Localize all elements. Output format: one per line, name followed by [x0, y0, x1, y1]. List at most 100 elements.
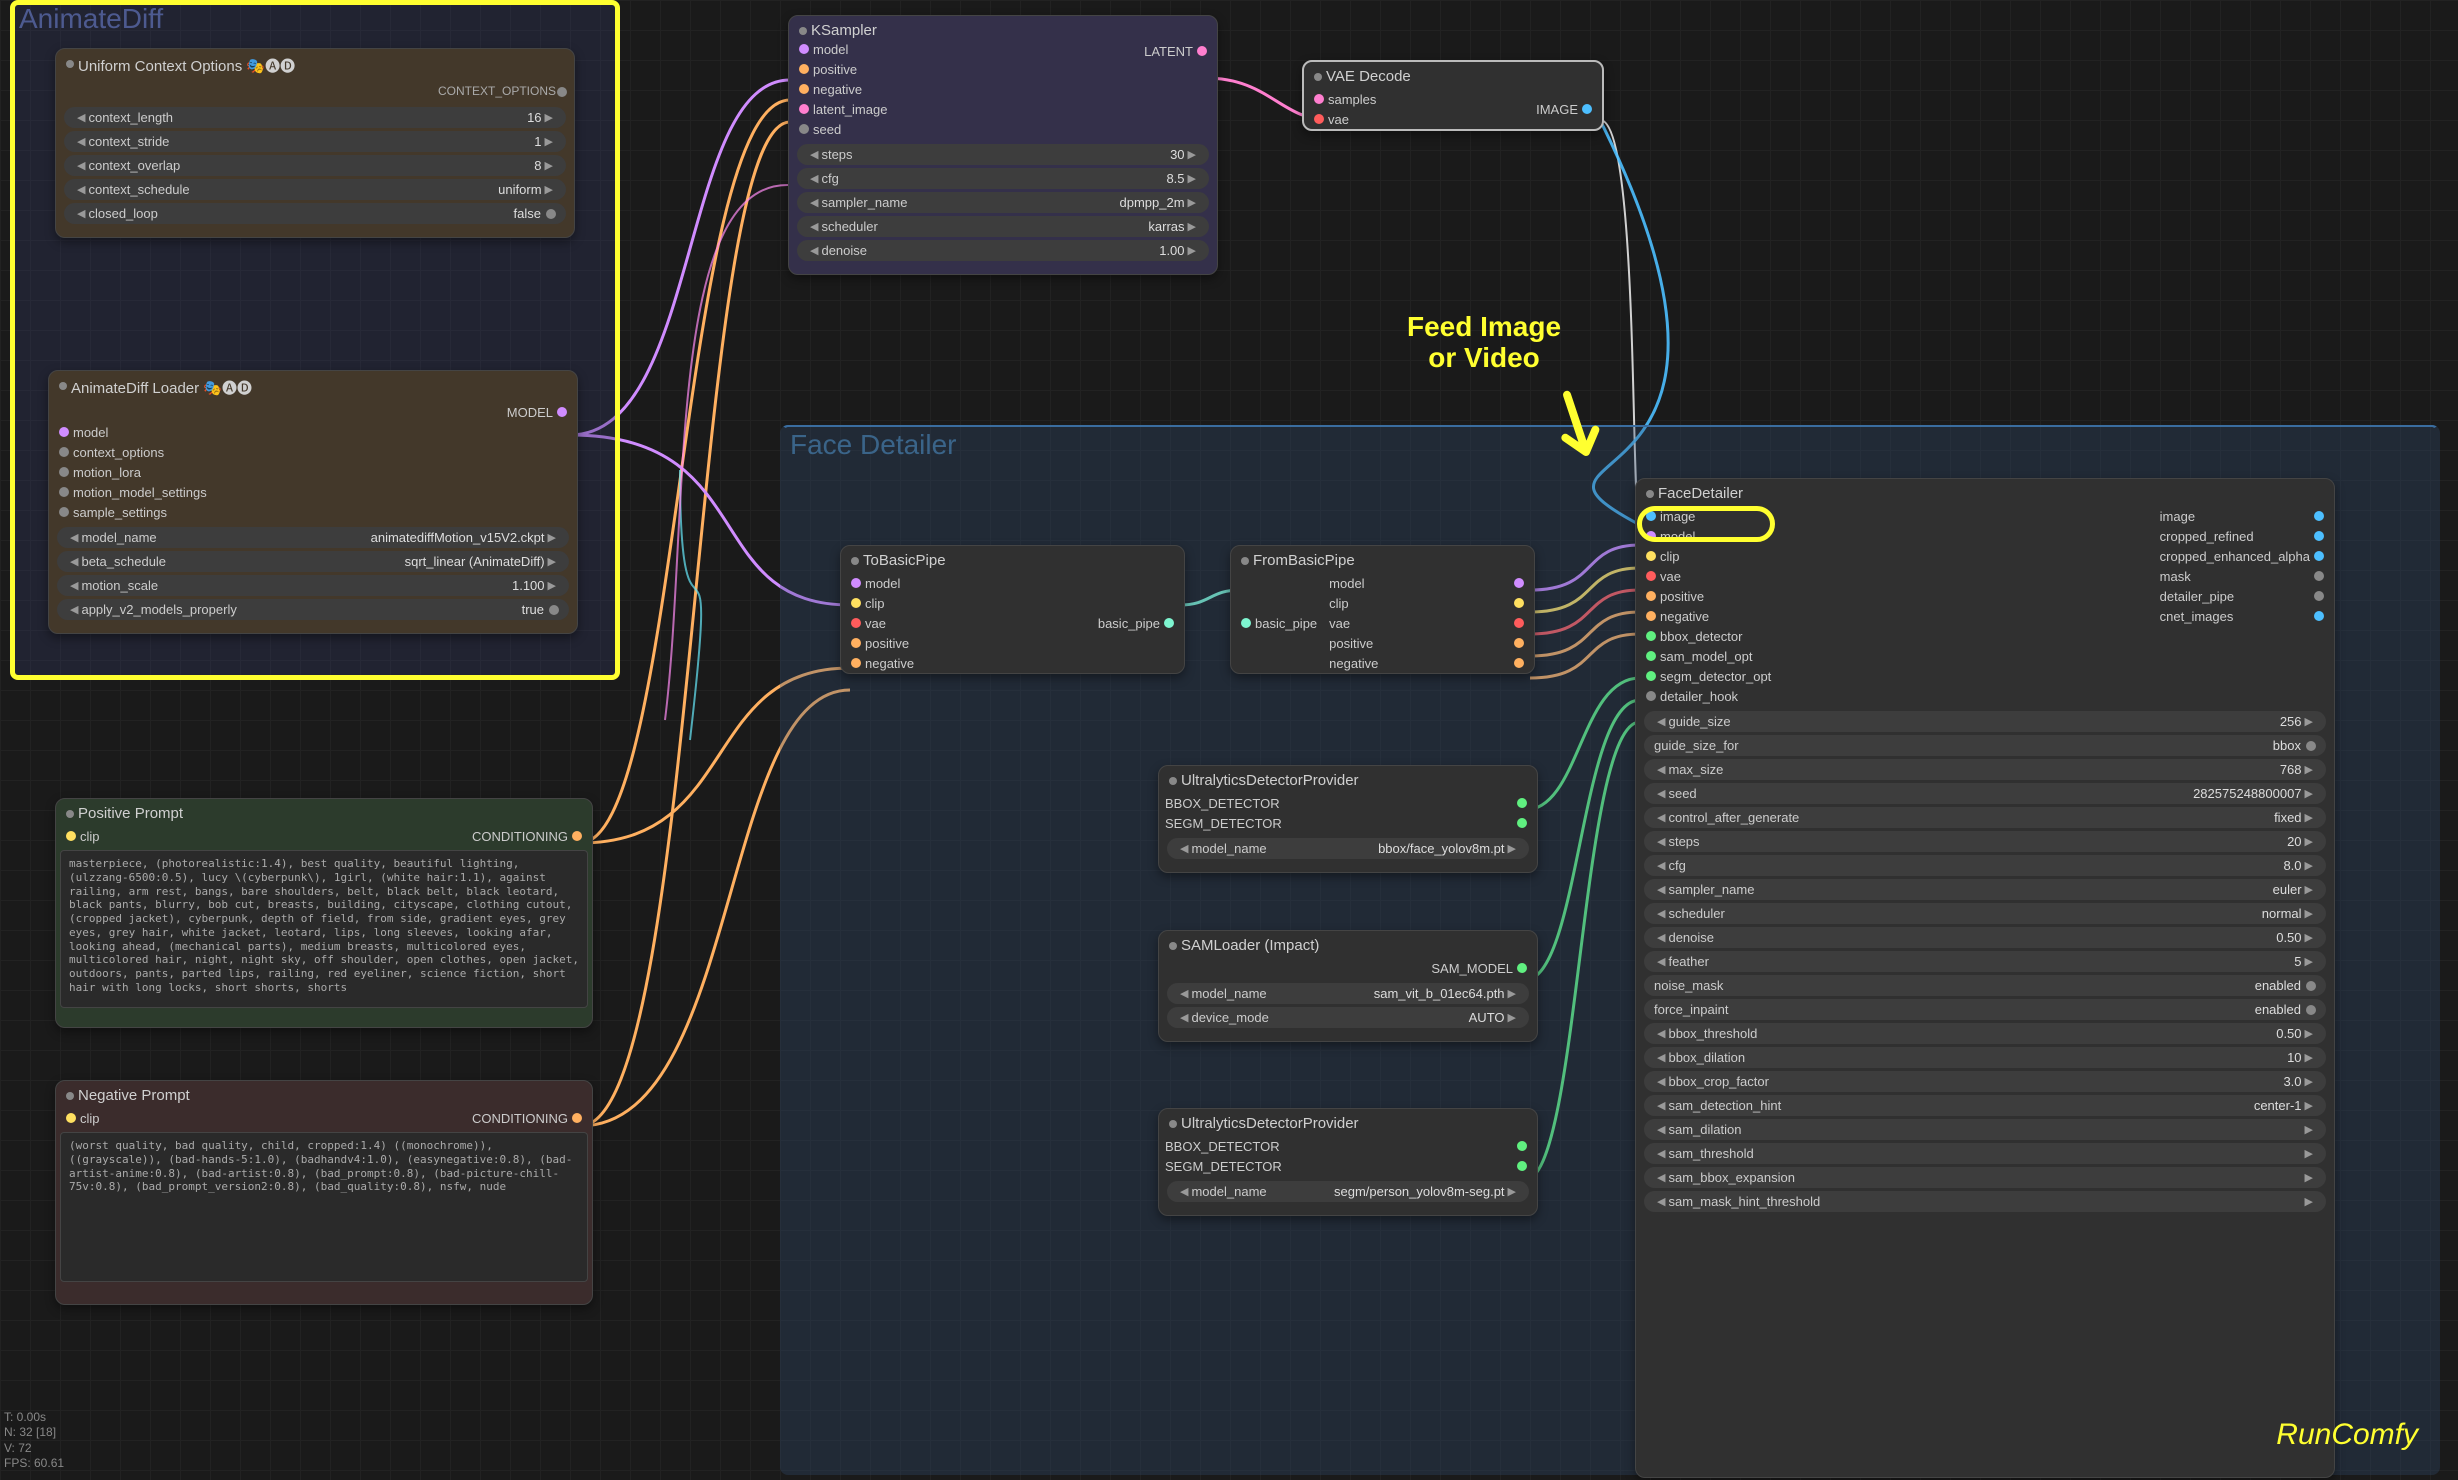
param-guide_size_for[interactable]: guide_size_forbbox [1644, 735, 2326, 756]
param-control_after_generate[interactable]: ◀control_after_generatefixed▶ [1644, 807, 2326, 828]
param-force_inpaint[interactable]: force_inpaintenabled [1644, 999, 2326, 1020]
node-title[interactable]: UltralyticsDetectorProvider [1159, 1109, 1537, 1136]
param-context_overlap[interactable]: ◀context_overlap8▶ [64, 155, 566, 176]
param-bbox_dilation[interactable]: ◀bbox_dilation10▶ [1644, 1047, 2326, 1068]
param-cfg[interactable]: ◀cfg8.0▶ [1644, 855, 2326, 876]
port-image[interactable]: image [2154, 506, 2334, 526]
param-sampler_name[interactable]: ◀sampler_namedpmpp_2m▶ [797, 192, 1209, 213]
port-positive[interactable]: positive [789, 59, 1217, 79]
param-scheduler[interactable]: ◀schedulernormal▶ [1644, 903, 2326, 924]
param-sampler_name[interactable]: ◀sampler_nameeuler▶ [1644, 879, 2326, 900]
port-clip[interactable]: clip [1636, 546, 2154, 566]
node-title[interactable]: Uniform Context Options 🎭🅐🅓 [56, 49, 574, 80]
port-BBOX_DETECTOR[interactable]: BBOX_DETECTOR [1159, 1136, 1537, 1156]
param-sam_dilation[interactable]: ◀sam_dilation▶ [1644, 1119, 2326, 1140]
port-mask[interactable]: mask [2154, 566, 2334, 586]
node-tobasicpipe[interactable]: ToBasicPipe modelclipvaepositivenegative… [840, 545, 1185, 674]
param-steps[interactable]: ◀steps20▶ [1644, 831, 2326, 852]
param-sam_mask_hint_threshold[interactable]: ◀sam_mask_hint_threshold▶ [1644, 1191, 2326, 1212]
port-context_options[interactable]: context_options [49, 442, 577, 462]
param-closed_loop[interactable]: ◀closed_loopfalse [64, 203, 566, 224]
node-facedetailer[interactable]: FaceDetailer imagemodelclipvaepositivene… [1635, 478, 2335, 1478]
port-vae[interactable]: vae [1323, 613, 1534, 633]
param-sam_detection_hint[interactable]: ◀sam_detection_hintcenter-1▶ [1644, 1095, 2326, 1116]
port-vae[interactable]: vae [1304, 109, 1530, 129]
param-max_size[interactable]: ◀max_size768▶ [1644, 759, 2326, 780]
node-ultralytics-2[interactable]: UltralyticsDetectorProvider BBOX_DETECTO… [1158, 1108, 1538, 1216]
node-title[interactable]: ToBasicPipe [841, 546, 1184, 573]
port-model[interactable]: model [789, 39, 1217, 59]
param-sam_threshold[interactable]: ◀sam_threshold▶ [1644, 1143, 2326, 1164]
port-clip[interactable]: clip [1323, 593, 1534, 613]
node-title[interactable]: Negative Prompt [56, 1081, 592, 1108]
port-motion_model_settings[interactable]: motion_model_settings [49, 482, 577, 502]
param-context_stride[interactable]: ◀context_stride1▶ [64, 131, 566, 152]
node-ultralytics-1[interactable]: UltralyticsDetectorProvider BBOX_DETECTO… [1158, 765, 1538, 873]
port-sam_model_opt[interactable]: sam_model_opt [1636, 646, 2154, 666]
port-cropped_refined[interactable]: cropped_refined [2154, 526, 2334, 546]
negative-prompt-text[interactable]: (worst quality, bad quality, child, crop… [60, 1132, 588, 1282]
port-SEGM_DETECTOR[interactable]: SEGM_DETECTOR [1159, 813, 1537, 833]
node-samloader[interactable]: SAMLoader (Impact) SAM_MODEL ◀model_name… [1158, 930, 1538, 1042]
param-bbox_threshold[interactable]: ◀bbox_threshold0.50▶ [1644, 1023, 2326, 1044]
node-title[interactable]: Positive Prompt [56, 799, 592, 826]
param-model_name[interactable]: ◀model_namesegm/person_yolov8m-seg.pt▶ [1167, 1181, 1529, 1202]
port-negative[interactable]: negative [1636, 606, 2154, 626]
node-positive-prompt[interactable]: Positive Prompt clip CONDITIONING master… [55, 798, 593, 1028]
node-title[interactable]: FromBasicPipe [1231, 546, 1534, 573]
param-model_name[interactable]: ◀model_nameanimatediffMotion_v15V2.ckpt▶ [57, 527, 569, 548]
port-model[interactable]: model [49, 422, 577, 442]
port-cnet_images[interactable]: cnet_images [2154, 606, 2334, 626]
port-model[interactable]: model [1323, 573, 1534, 593]
port-BBOX_DETECTOR[interactable]: BBOX_DETECTOR [1159, 793, 1537, 813]
node-title[interactable]: UltralyticsDetectorProvider [1159, 766, 1537, 793]
node-title[interactable]: AnimateDiff Loader 🎭🅐🅓 [49, 371, 577, 402]
param-scheduler[interactable]: ◀schedulerkarras▶ [797, 216, 1209, 237]
positive-prompt-text[interactable]: masterpiece, (photorealistic:1.4), best … [60, 850, 588, 1008]
param-noise_mask[interactable]: noise_maskenabled [1644, 975, 2326, 996]
param-sam_bbox_expansion[interactable]: ◀sam_bbox_expansion▶ [1644, 1167, 2326, 1188]
node-negative-prompt[interactable]: Negative Prompt clip CONDITIONING (worst… [55, 1080, 593, 1305]
param-steps[interactable]: ◀steps30▶ [797, 144, 1209, 165]
port-detailer_hook[interactable]: detailer_hook [1636, 686, 2154, 706]
param-apply_v2_models_properly[interactable]: ◀apply_v2_models_properlytrue [57, 599, 569, 620]
param-seed[interactable]: ◀seed282575248800007▶ [1644, 783, 2326, 804]
port-model[interactable]: model [841, 573, 1092, 593]
param-device_mode[interactable]: ◀device_modeAUTO▶ [1167, 1007, 1529, 1028]
param-cfg[interactable]: ◀cfg8.5▶ [797, 168, 1209, 189]
port-negative[interactable]: negative [789, 79, 1217, 99]
param-context_schedule[interactable]: ◀context_scheduleuniform▶ [64, 179, 566, 200]
node-title[interactable]: VAE Decode [1304, 62, 1602, 89]
port-detailer_pipe[interactable]: detailer_pipe [2154, 586, 2334, 606]
node-uniform-context[interactable]: Uniform Context Options 🎭🅐🅓 CONTEXT_OPTI… [55, 48, 575, 238]
param-beta_schedule[interactable]: ◀beta_schedulesqrt_linear (AnimateDiff)▶ [57, 551, 569, 572]
param-motion_scale[interactable]: ◀motion_scale1.100▶ [57, 575, 569, 596]
port-seed[interactable]: seed [789, 119, 1217, 139]
param-context_length[interactable]: ◀context_length16▶ [64, 107, 566, 128]
port-motion_lora[interactable]: motion_lora [49, 462, 577, 482]
port-samples[interactable]: samples [1304, 89, 1530, 109]
node-ksampler[interactable]: KSampler LATENT modelpositivenegativelat… [788, 15, 1218, 275]
port-negative[interactable]: negative [841, 653, 1092, 673]
port-latent_image[interactable]: latent_image [789, 99, 1217, 119]
port-negative[interactable]: negative [1323, 653, 1534, 673]
param-guide_size[interactable]: ◀guide_size256▶ [1644, 711, 2326, 732]
node-title[interactable]: SAMLoader (Impact) [1159, 931, 1537, 958]
param-model_name[interactable]: ◀model_namesam_vit_b_01ec64.pth▶ [1167, 983, 1529, 1004]
param-bbox_crop_factor[interactable]: ◀bbox_crop_factor3.0▶ [1644, 1071, 2326, 1092]
node-animatediff-loader[interactable]: AnimateDiff Loader 🎭🅐🅓 MODEL modelcontex… [48, 370, 578, 634]
param-denoise[interactable]: ◀denoise1.00▶ [797, 240, 1209, 261]
node-vae-decode[interactable]: VAE Decode samplesvae IMAGE [1302, 60, 1604, 131]
port-sample_settings[interactable]: sample_settings [49, 502, 577, 522]
node-title[interactable]: FaceDetailer [1636, 479, 2334, 506]
port-positive[interactable]: positive [1636, 586, 2154, 606]
port-bbox_detector[interactable]: bbox_detector [1636, 626, 2154, 646]
port-SEGM_DETECTOR[interactable]: SEGM_DETECTOR [1159, 1156, 1537, 1176]
port-positive[interactable]: positive [1323, 633, 1534, 653]
param-model_name[interactable]: ◀model_namebbox/face_yolov8m.pt▶ [1167, 838, 1529, 859]
port-cropped_enhanced_alpha[interactable]: cropped_enhanced_alpha [2154, 546, 2334, 566]
port-clip[interactable]: clip [841, 593, 1092, 613]
port-vae[interactable]: vae [1636, 566, 2154, 586]
port-vae[interactable]: vae [841, 613, 1092, 633]
param-feather[interactable]: ◀feather5▶ [1644, 951, 2326, 972]
